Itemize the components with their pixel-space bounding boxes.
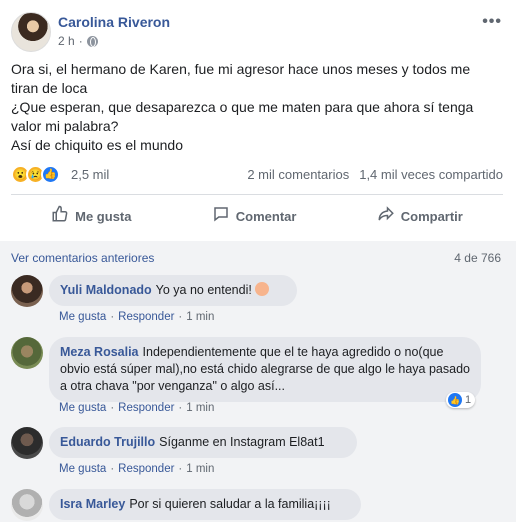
post-text: Ora si, el hermano de Karen, fue mi agre… [11, 60, 506, 155]
comment-reply-link[interactable]: Responder [118, 402, 174, 414]
comment-time[interactable]: 1 min [186, 463, 214, 475]
view-previous-comments-link[interactable]: Ver comentarios anteriores [11, 251, 154, 265]
commenter-avatar[interactable] [11, 427, 43, 459]
like-button-label: Me gusta [75, 208, 132, 224]
commenter-avatar[interactable] [11, 275, 43, 307]
comments-section: Ver comentarios anteriores 4 de 766 Yuli… [0, 241, 516, 522]
post-counts: 2 mil comentarios 1,4 mil veces comparti… [247, 167, 503, 182]
share-button-label: Compartir [400, 208, 463, 224]
comment-bubble: Eduardo Trujillo Síganme en Instagram El8… [49, 427, 357, 458]
more-options-icon[interactable]: ••• [482, 13, 502, 31]
post-text-line: Así de chiquito es el mundo [11, 137, 183, 153]
comment-like-link[interactable]: Me gusta [59, 402, 106, 414]
post-text-line: Ora si, el hermano de Karen, fue mi agre… [11, 61, 471, 96]
post-actions: Me gusta Comentar Compartir [11, 199, 503, 233]
commenter-avatar[interactable] [11, 337, 43, 369]
comment-reply-link[interactable]: Responder [118, 463, 174, 475]
divider [11, 194, 503, 195]
comment-like-link[interactable]: Me gusta [59, 311, 106, 323]
reactions-row: 😮 😢 👍 2,5 mil 2 mil comentarios 1,4 mil … [11, 164, 503, 186]
comment-bubble: Yuli Maldonado Yo ya no entendi! [49, 275, 297, 306]
like-reaction-icon: 👍 [41, 165, 60, 184]
comment-actions: Me gusta · Responder · 1 min [59, 311, 215, 323]
comment-like-badge[interactable]: 👍 1 [446, 392, 476, 408]
commenter-name[interactable]: Isra Marley [60, 497, 125, 511]
commenter-name[interactable]: Meza Rosalia [60, 345, 139, 359]
reaction-icons[interactable]: 😮 😢 👍 [11, 165, 60, 184]
post-time[interactable]: 2 h [58, 34, 75, 48]
like-button[interactable]: Me gusta [39, 199, 143, 234]
comment-time[interactable]: 1 min [186, 311, 214, 323]
comment-actions: Me gusta · Responder · 1 min [59, 463, 215, 475]
post-meta: 2 h · [58, 34, 98, 48]
comment-actions: Me gusta · Responder · 1 min [59, 402, 215, 414]
comment-icon [212, 205, 230, 228]
like-reaction-icon: 👍 [448, 393, 462, 407]
comment-text: Yo ya no entendi! [155, 283, 252, 297]
comment-like-link[interactable]: Me gusta [59, 463, 106, 475]
comment-button-label: Comentar [235, 208, 297, 224]
commenter-avatar[interactable] [11, 489, 43, 521]
post-text-line: ¿Que esperan, que desaparezca o que me m… [11, 99, 474, 134]
comment-text: Por si quieren saludar a la familia¡¡¡¡ [129, 497, 331, 511]
comment-button[interactable]: Comentar [200, 199, 309, 234]
share-icon [377, 205, 395, 228]
comment-like-count: 1 [465, 394, 472, 406]
thumbs-up-icon [51, 205, 69, 228]
comment-time[interactable]: 1 min [186, 402, 214, 414]
comment-count-link[interactable]: 2 mil comentarios [247, 167, 349, 182]
woman-gesturing-emoji-icon [255, 282, 270, 296]
commenter-name[interactable]: Eduardo Trujillo [60, 435, 155, 449]
comment-bubble: Meza Rosalia Independientemente que el te… [49, 337, 481, 402]
reaction-count[interactable]: 2,5 mil [71, 167, 109, 182]
commenter-name[interactable]: Yuli Maldonado [60, 283, 152, 297]
author-name[interactable]: Carolina Riveron [58, 14, 170, 30]
post-header: Carolina Riveron 2 h · ••• [11, 9, 506, 55]
author-avatar[interactable] [11, 12, 51, 52]
comment-text: Síganme en Instagram El8at1 [159, 435, 325, 449]
comments-counter: 4 de 766 [454, 251, 501, 265]
globe-icon[interactable] [86, 35, 98, 47]
share-button[interactable]: Compartir [365, 199, 475, 234]
comment-bubble: Isra Marley Por si quieren saludar a la f… [49, 489, 361, 520]
share-count-link[interactable]: 1,4 mil veces compartido [359, 167, 503, 182]
comment-reply-link[interactable]: Responder [118, 311, 174, 323]
